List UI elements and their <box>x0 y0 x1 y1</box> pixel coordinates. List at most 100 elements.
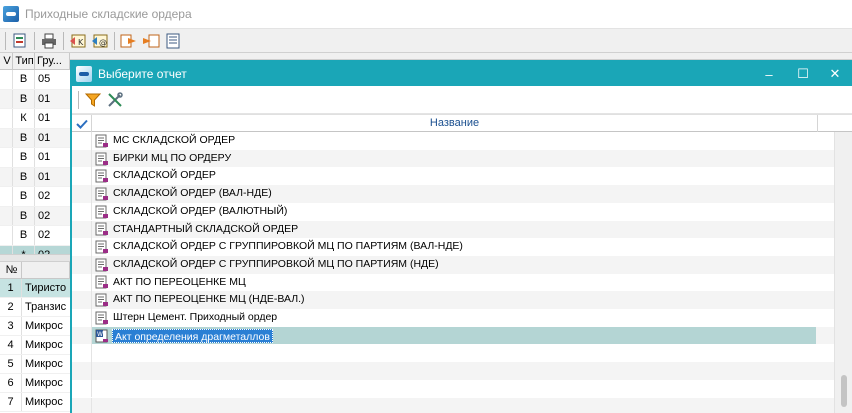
report-icon <box>92 203 112 221</box>
import-icon[interactable] <box>141 31 161 51</box>
column-header-group[interactable]: Гру... <box>35 53 70 69</box>
cell-group: 02 <box>38 229 51 241</box>
cell-type: В <box>13 89 35 108</box>
report-cell[interactable]: АКТ ПО ПЕРЕОЦЕНКЕ МЦ (НДЕ-ВАЛ.) <box>92 291 816 309</box>
horizontal-splitter[interactable] <box>0 254 70 262</box>
order-row[interactable]: В 01 <box>0 167 70 187</box>
orders-grid: V Тип Гру... В 05 В 01 К 01 В 01 В 01 В 01 В 02 В 02 В 02… <box>0 53 70 265</box>
cell-type: В <box>13 226 35 245</box>
row-gutter <box>72 379 92 398</box>
report-name: БИРКИ МЦ ПО ОРДЕРУ <box>113 151 232 164</box>
report-row[interactable]: СКЛАДСКОЙ ОРДЕР С ГРУППИРОВКОЙ МЦ ПО ПАР… <box>72 255 834 274</box>
column-header-no[interactable]: № <box>0 262 22 278</box>
cell-no: 4 <box>0 336 22 354</box>
report-row[interactable]: Штерн Цемент. Приходный ордер <box>72 309 834 327</box>
close-button[interactable]: ✕ <box>818 62 852 86</box>
report-row[interactable]: СКЛАДСКОЙ ОРДЕР (ВАЛ-НДЕ) <box>72 185 834 203</box>
list-icon[interactable] <box>163 31 183 51</box>
report-row[interactable]: СКЛАДСКОЙ ОРДЕР <box>72 167 834 186</box>
word-report-icon: W <box>92 327 112 345</box>
row-gutter <box>72 238 92 256</box>
report-icon <box>92 274 112 292</box>
column-header-spacer <box>818 115 836 132</box>
vertical-scrollbar[interactable] <box>834 132 852 413</box>
report-cell <box>92 398 816 413</box>
toolbar-grip <box>5 31 6 50</box>
report-row[interactable]: W Акт определения драгметаллов <box>72 326 834 345</box>
row-gutter <box>72 185 92 203</box>
reports-grid-body: МС СКЛАДСКОЙ ОРДЕР БИРКИ МЦ ПО ОРДЕРУ СКЛА… <box>72 132 834 413</box>
cell-group: 01 <box>38 112 51 124</box>
report-name: АКТ ПО ПЕРЕОЦЕНКЕ МЦ (НДЕ-ВАЛ.) <box>113 293 305 306</box>
report-cell[interactable]: СКЛАДСКОЙ ОРДЕР С ГРУППИРОВКОЙ МЦ ПО ПАР… <box>92 238 816 256</box>
report-row[interactable]: СТАНДАРТНЫЙ СКЛАДСКОЙ ОРДЕР <box>72 220 834 239</box>
cell-no: 1 <box>0 279 22 297</box>
item-row[interactable]: 7 Микрос <box>0 393 70 412</box>
toolbar-separator <box>63 31 64 50</box>
print-icon[interactable] <box>39 31 59 51</box>
row-gutter <box>72 291 92 309</box>
cell-v <box>0 206 13 225</box>
order-row[interactable]: В 01 <box>0 89 70 109</box>
background-grid-header-strip <box>70 53 852 60</box>
journal-back-icon[interactable]: K <box>68 31 88 51</box>
row-gutter <box>72 132 92 150</box>
report-row[interactable]: БИРКИ МЦ ПО ОРДЕРУ <box>72 149 834 168</box>
cell-type: В <box>13 128 35 147</box>
report-cell[interactable]: БИРКИ МЦ ПО ОРДЕРУ <box>92 150 816 168</box>
item-row[interactable]: 3 Микрос <box>0 317 70 336</box>
cell-name: Микрос <box>25 396 63 408</box>
order-row[interactable]: В 02 <box>0 187 70 207</box>
column-header-name[interactable] <box>22 262 70 278</box>
report-cell[interactable]: Штерн Цемент. Приходный ордер <box>92 309 816 327</box>
order-row[interactable]: В 02 <box>0 226 70 246</box>
order-row[interactable]: В 01 <box>0 128 70 148</box>
report-cell[interactable]: СКЛАДСКОЙ ОРДЕР С ГРУППИРОВКОЙ МЦ ПО ПАР… <box>92 256 816 274</box>
report-row[interactable]: АКТ ПО ПЕРЕОЦЕНКЕ МЦ <box>72 273 834 292</box>
cell-name: Микрос <box>25 320 63 332</box>
report-row[interactable]: СКЛАДСКОЙ ОРДЕР С ГРУППИРОВКОЙ МЦ ПО ПАР… <box>72 238 834 256</box>
journal-mail-icon[interactable]: @ <box>90 31 110 51</box>
report-cell <box>92 380 816 398</box>
item-row[interactable]: 1 Тиристо <box>0 279 70 298</box>
cell-v <box>0 89 13 108</box>
column-header-v[interactable]: V <box>0 53 13 69</box>
minimize-button[interactable]: ‒ <box>752 62 786 86</box>
report-row[interactable]: СКЛАДСКОЙ ОРДЕР (ВАЛЮТНЫЙ) <box>72 202 834 221</box>
row-gutter <box>72 255 92 274</box>
report-cell[interactable]: СКЛАДСКОЙ ОРДЕР (ВАЛ-НДЕ) <box>92 185 816 203</box>
report-row[interactable]: АКТ ПО ПЕРЕОЦЕНКЕ МЦ (НДЕ-ВАЛ.) <box>72 291 834 309</box>
report-cell[interactable]: МС СКЛАДСКОЙ ОРДЕР <box>92 132 816 150</box>
item-row[interactable]: 5 Микрос <box>0 355 70 374</box>
report-cell[interactable]: СКЛАДСКОЙ ОРДЕР <box>92 167 816 185</box>
order-row[interactable]: В 02 <box>0 206 70 226</box>
row-gutter <box>72 362 92 380</box>
report-icon <box>92 132 112 150</box>
column-header-type[interactable]: Тип <box>13 53 35 69</box>
orders-grid-rows: В05В01К01В01В01В01В02В02В02*02 <box>0 70 70 265</box>
view-document-icon[interactable] <box>10 31 30 51</box>
maximize-button[interactable]: ☐ <box>786 62 820 86</box>
column-header-report-name[interactable]: Название <box>92 115 818 132</box>
report-cell[interactable]: АКТ ПО ПЕРЕОЦЕНКЕ МЦ <box>92 274 816 292</box>
dialog-titlebar[interactable]: Выберите отчет ‒ ☐ ✕ <box>72 62 852 86</box>
filter-icon[interactable] <box>83 90 103 110</box>
item-row[interactable]: 6 Микрос <box>0 374 70 393</box>
svg-text:@: @ <box>99 38 107 47</box>
check-all-icon[interactable] <box>72 115 92 132</box>
tools-icon[interactable] <box>105 90 125 110</box>
scrollbar-thumb[interactable] <box>841 375 847 407</box>
order-row[interactable]: В 05 <box>0 70 70 90</box>
order-row[interactable]: В 01 <box>0 148 70 168</box>
item-row[interactable]: 4 Микрос <box>0 336 70 355</box>
empty-row <box>72 379 834 398</box>
report-row[interactable]: МС СКЛАДСКОЙ ОРДЕР <box>72 132 834 150</box>
report-cell[interactable]: СКЛАДСКОЙ ОРДЕР (ВАЛЮТНЫЙ) <box>92 203 816 221</box>
report-cell[interactable]: СТАНДАРТНЫЙ СКЛАДСКОЙ ОРДЕР <box>92 221 816 239</box>
report-icon <box>92 221 112 239</box>
report-cell[interactable]: W Акт определения драгметаллов <box>92 326 816 345</box>
item-row[interactable]: 2 Транзис <box>0 298 70 317</box>
export-icon[interactable] <box>119 31 139 51</box>
cell-no: 5 <box>0 355 22 373</box>
order-row[interactable]: К 01 <box>0 109 70 129</box>
